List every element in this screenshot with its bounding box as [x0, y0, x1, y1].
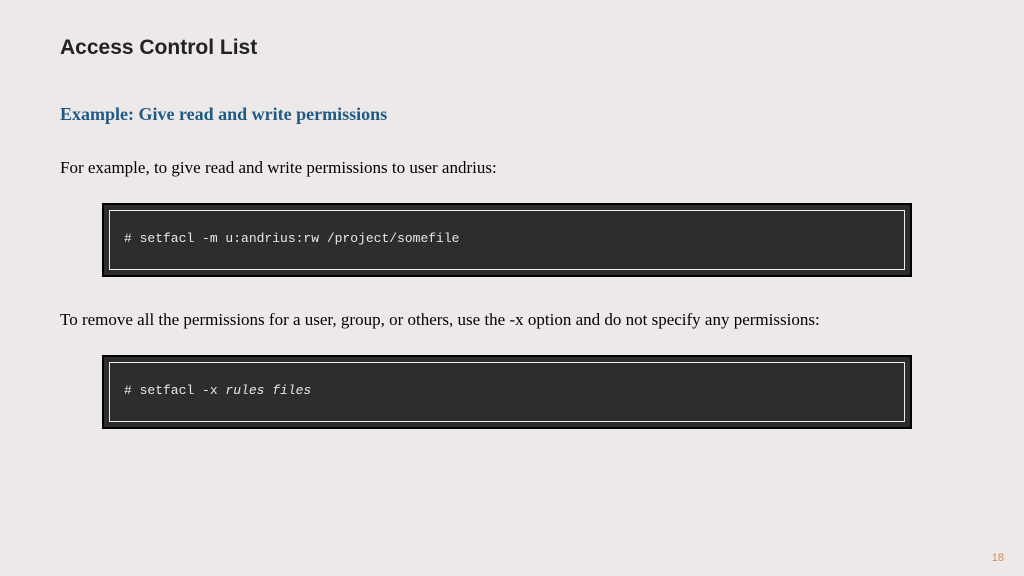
code-block-setfacl-remove: # setfacl -x rules files	[102, 355, 912, 429]
code-block-inner: # setfacl -m u:andrius:rw /project/somef…	[109, 210, 905, 270]
page-title: Access Control List	[60, 36, 964, 60]
code-line: # setfacl -m u:andrius:rw /project/somef…	[124, 231, 459, 246]
intro-paragraph: For example, to give read and write perm…	[60, 151, 964, 185]
code-args-italic: rules files	[225, 383, 311, 398]
code-block-inner: # setfacl -x rules files	[109, 362, 905, 422]
page-number: 18	[992, 552, 1004, 564]
code-command: # setfacl -x	[124, 383, 225, 398]
code-line: # setfacl -x rules files	[124, 383, 311, 398]
code-block-setfacl-modify: # setfacl -m u:andrius:rw /project/somef…	[102, 203, 912, 277]
example-subtitle: Example: Give read and write permissions	[60, 104, 964, 125]
remove-paragraph: To remove all the permissions for a user…	[60, 303, 964, 337]
